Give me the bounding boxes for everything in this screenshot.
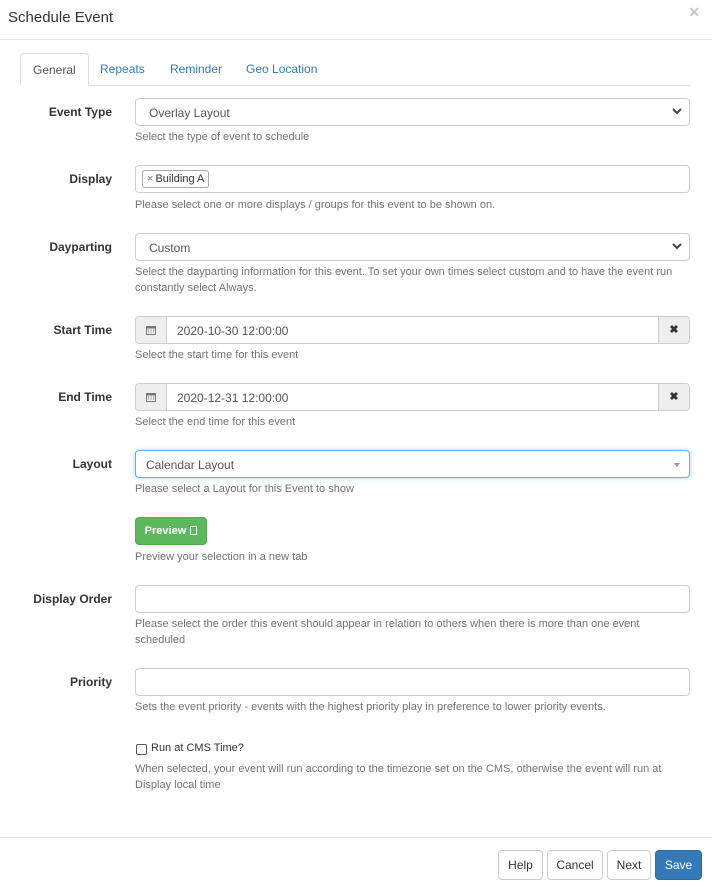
priority-help: Sets the event priority - events with th… <box>135 701 606 713</box>
preview-button-label: Preview <box>144 525 187 537</box>
dayparting-label: Dayparting <box>49 240 112 254</box>
event-type-label: Event Type <box>48 105 112 119</box>
tag-remove-icon[interactable]: × <box>147 173 153 185</box>
event-type-help: Select the type of event to schedule <box>135 131 310 143</box>
start-time-help: Select the start time for this event <box>135 349 299 361</box>
layout-select[interactable]: Calendar Layout <box>135 450 690 478</box>
display-order-label: Display Order <box>33 592 112 606</box>
tab-repeats[interactable]: Repeats <box>88 53 157 85</box>
next-button[interactable]: Next <box>607 850 651 880</box>
preview-help: Preview your selection in a new tab <box>135 551 308 563</box>
end-time-input[interactable]: 2020-12-31 12:00:00 ✖ <box>135 383 690 411</box>
display-order-input[interactable] <box>135 585 690 613</box>
priority-input[interactable] <box>135 668 690 696</box>
end-time-label: End Time <box>58 390 112 404</box>
dayparting-select[interactable]: Custom <box>135 233 690 261</box>
layout-value: Calendar Layout <box>146 458 235 472</box>
start-time-value: 2020-10-30 12:00:00 <box>177 324 289 338</box>
tab-bar: General Repeats Reminder Geo Location <box>20 53 690 86</box>
layout-label: Layout <box>72 457 112 471</box>
help-button[interactable]: Help <box>498 850 543 880</box>
layout-help: Please select a Layout for this Event to… <box>135 483 354 495</box>
start-time-input[interactable]: 2020-10-30 12:00:00 ✖ <box>135 316 690 344</box>
event-type-select[interactable]: Overlay Layout <box>135 98 690 126</box>
tablet-icon <box>190 526 198 535</box>
end-time-help: Select the end time for this event <box>135 416 296 428</box>
display-tag-label: Building A <box>155 173 205 185</box>
chevron-down-icon <box>672 243 682 250</box>
dialog-header: Schedule Event ✕ <box>0 0 712 40</box>
dayparting-help: Select the dayparting information for th… <box>135 266 673 294</box>
dialog-footer: Help Cancel Next Save <box>0 837 712 887</box>
display-tag: × Building A <box>142 170 210 188</box>
chevron-down-icon <box>672 108 682 115</box>
end-time-value: 2020-12-31 12:00:00 <box>177 391 289 405</box>
dayparting-value: Custom <box>149 241 191 255</box>
clear-icon[interactable]: ✖ <box>658 384 689 410</box>
cancel-button[interactable]: Cancel <box>547 850 603 880</box>
run-at-cms-help: When selected, your event will run accor… <box>135 763 662 791</box>
priority-label: Priority <box>69 675 112 689</box>
run-at-cms-label[interactable]: Run at CMS Time? <box>151 742 244 754</box>
display-multiselect[interactable]: × Building A <box>135 165 690 193</box>
tab-general[interactable]: General <box>20 53 89 86</box>
dialog-title: Schedule Event <box>8 9 114 26</box>
close-icon[interactable]: ✕ <box>688 4 700 21</box>
run-at-cms-checkbox[interactable] <box>136 744 147 755</box>
display-label: Display <box>69 172 112 186</box>
tab-reminder[interactable]: Reminder <box>158 53 234 85</box>
calendar-icon[interactable] <box>136 317 167 343</box>
display-help: Please select one or more displays / gro… <box>135 199 496 211</box>
calendar-icon[interactable] <box>136 384 167 410</box>
event-type-value: Overlay Layout <box>149 106 230 120</box>
display-order-help: Please select the order this event shoul… <box>135 618 640 646</box>
clear-icon[interactable]: ✖ <box>658 317 689 343</box>
save-button[interactable]: Save <box>655 850 702 880</box>
start-time-label: Start Time <box>53 323 112 337</box>
preview-button[interactable]: Preview <box>135 517 207 545</box>
tab-geo-location[interactable]: Geo Location <box>234 53 329 85</box>
caret-down-icon <box>674 463 680 467</box>
